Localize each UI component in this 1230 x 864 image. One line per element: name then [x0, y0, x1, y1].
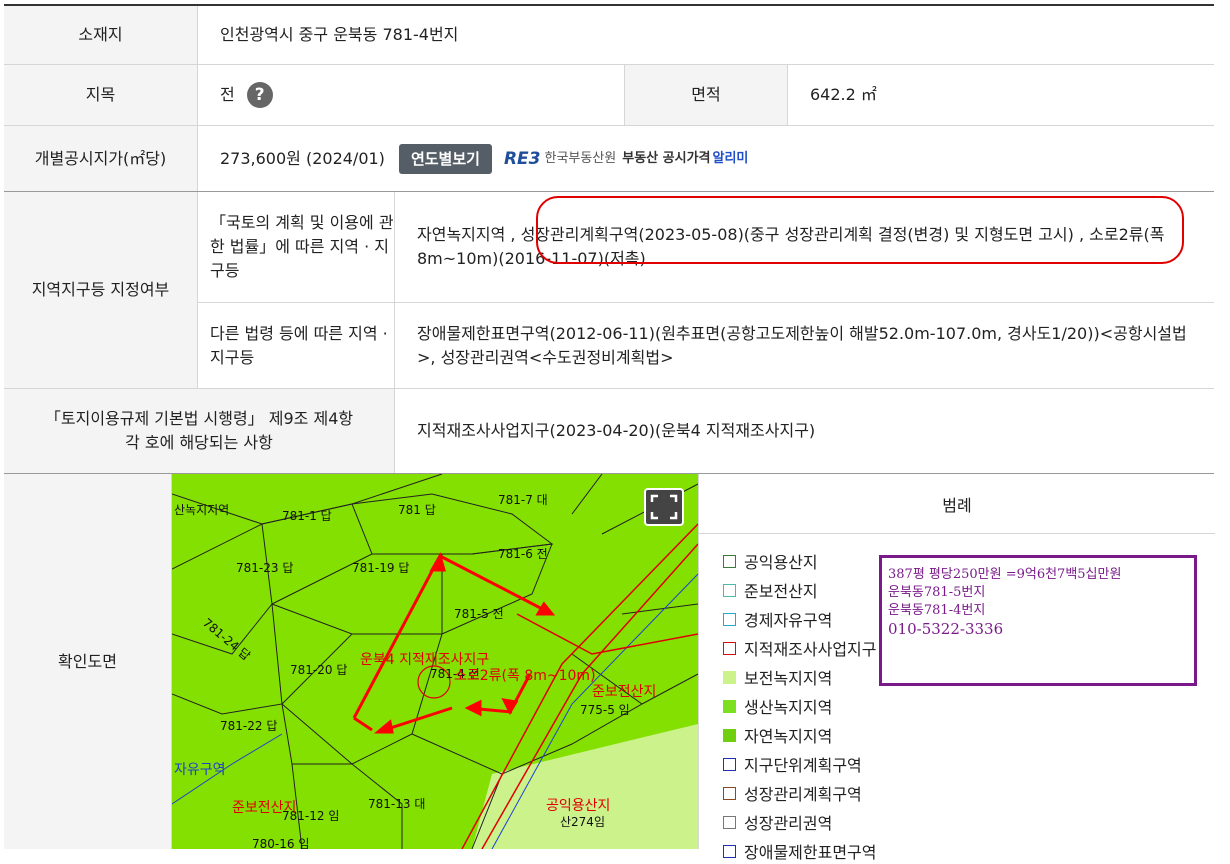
legend-swatch-icon	[723, 815, 736, 829]
parcel-label: 781-7 대	[498, 493, 548, 507]
reb-logo-icon: RE3	[503, 148, 541, 169]
legend-swatch-icon	[723, 757, 736, 771]
legend-swatch-icon	[723, 844, 736, 858]
legend-item: 지구단위계획구역	[723, 751, 862, 777]
note-line-parcel-1: 운북동781-5번지	[888, 585, 986, 600]
zone-label-resurvey: 운북4 지적재조사지구	[360, 652, 489, 668]
help-icon[interactable]: ?	[246, 82, 273, 108]
price-value: 273,600원 (2024/01)	[220, 148, 385, 168]
location-label: 소재지	[4, 6, 198, 64]
legend-title: 범례	[699, 474, 1215, 534]
parcel-label: 781-13 대	[368, 797, 425, 811]
parcel-label: 781-23 답	[236, 561, 293, 575]
legend-item: 경제자유구역	[723, 606, 832, 632]
note-line-parcel-2: 운북동781-4번지	[888, 603, 986, 618]
highlight-ellipse	[536, 196, 1184, 264]
parcel-label: 781-1 답	[282, 509, 332, 523]
legend-label: 공익용산지	[744, 553, 818, 572]
legend-swatch-icon	[723, 786, 736, 800]
row-enforcement: 「토지이용규제 기본법 시행령」 제9조 제4항 각 호에 해당되는 사항 지적…	[4, 389, 1214, 474]
reb-service-alimi: 알리미	[712, 150, 749, 166]
jimok-label: 지목	[4, 65, 198, 125]
zone-label-free-zone: 자유구역	[174, 762, 226, 778]
legend-item: 공익용산지	[723, 548, 818, 574]
zone-label-road: 소로2류(폭 8m~10m)	[454, 668, 596, 684]
legend-label: 성장관리계획구역	[744, 785, 862, 804]
legend-item: 준보전산지	[723, 577, 818, 603]
enforcement-label: 「토지이용규제 기본법 시행령」 제9조 제4항 각 호에 해당되는 사항	[4, 389, 395, 473]
legend-item: 자연녹지지역	[723, 722, 832, 748]
legend-swatch-icon	[723, 641, 736, 655]
legend-swatch-icon	[723, 670, 736, 684]
price-value-cell: 273,600원 (2024/01) 연도별보기 RE3 한국부동산원 부동산 …	[198, 126, 1214, 191]
legend-label: 지구단위계획구역	[744, 756, 862, 775]
parcel-label: 780-16 임	[252, 837, 309, 849]
price-note-box: 387평 평당250만원 =9억6천7백5십만원 운북동781-5번지 운북동7…	[879, 555, 1197, 686]
row-jimok: 지목 전 ? 면적 642.2 ㎡	[4, 65, 1214, 126]
legend-swatch-icon	[723, 583, 736, 597]
fullscreen-icon[interactable]	[644, 488, 684, 526]
legend-item: 보전녹지지역	[723, 664, 832, 690]
fullscreen-glyph	[650, 494, 678, 520]
jimok-value-cell: 전 ?	[198, 65, 625, 125]
row-price: 개별공시지가(㎡당) 273,600원 (2024/01) 연도별보기 RE3 …	[4, 126, 1214, 192]
legend-swatch-icon	[723, 699, 736, 713]
zone-label-semi-forest-2: 준보전산지	[232, 800, 296, 816]
legend-swatch-icon	[723, 728, 736, 742]
legend-item: 장애물제한표면구역	[723, 838, 876, 864]
parcel-label: 775-5 임	[580, 703, 630, 717]
area-label: 면적	[625, 65, 788, 125]
legend-label: 성장관리권역	[744, 814, 833, 833]
note-line-price: 387평 평당250만원 =9억6천7백5십만원	[888, 567, 1122, 582]
zoning-label: 지역지구등 지정여부	[4, 192, 198, 388]
legend-swatch-icon	[723, 612, 736, 626]
enforcement-value: 지적재조사사업지구(2023-04-20)(운북4 지적재조사지구)	[417, 421, 816, 440]
legend-label: 경제자유구역	[744, 611, 833, 630]
price-label: 개별공시지가(㎡당)	[4, 126, 198, 191]
parcel-label: 781 답	[398, 503, 436, 517]
law1-label: 「국토의 계획 및 이용에 관한 법률」에 따른 지역 · 지구등	[198, 192, 395, 303]
zone-label-public-forest: 공익용산지	[546, 798, 610, 814]
parcel-label: 781-20 답	[290, 663, 347, 677]
legend-label: 준보전산지	[744, 582, 818, 601]
law2-value: 장애물제한표면구역(2012-06-11)(원추표면(공항고도제한높이 해발52…	[417, 323, 1187, 367]
reb-service: 부동산 공시가격	[622, 150, 711, 166]
confirmation-map[interactable]: 781-1 답 781 답 781-7 대 781-6 전 781-23 답 7…	[172, 474, 698, 849]
parcel-label: 산274임	[560, 815, 605, 829]
map-row-label: 확인도면	[4, 474, 172, 849]
zone-label-semi-forest: 준보전산지	[592, 684, 656, 700]
legend-label: 자연녹지지역	[744, 727, 833, 746]
reb-link[interactable]: RE3 한국부동산원 부동산 공시가격 알리미	[504, 147, 748, 171]
parcel-label: 781-19 답	[352, 561, 409, 575]
reb-name: 한국부동산원	[544, 150, 617, 166]
zone-label-green: 산녹지지역	[174, 503, 229, 517]
legend-label: 지적재조사사업지구	[744, 640, 877, 659]
legend-label: 보전녹지지역	[744, 669, 833, 688]
parcel-label: 781-5 전	[454, 607, 504, 621]
legend-item: 성장관리계획구역	[723, 780, 862, 806]
legend-label: 장애물제한표면구역	[744, 843, 877, 862]
legend-item: 지적재조사사업지구	[723, 635, 876, 661]
parcel-label: 781-6 전	[498, 547, 548, 561]
location-value: 인천광역시 중구 운북동 781-4번지	[220, 25, 459, 44]
land-use-page: 소재지 인천광역시 중구 운북동 781-4번지 지목 전 ? 면적 642.2…	[0, 0, 1230, 862]
row-location: 소재지 인천광역시 중구 운북동 781-4번지	[4, 6, 1214, 65]
jimok-value: 전	[220, 85, 235, 104]
legend-item: 성장관리권역	[723, 809, 832, 835]
legend-item: 생산녹지지역	[723, 693, 832, 719]
legend-swatch-icon	[723, 554, 736, 568]
legend-label: 생산녹지지역	[744, 698, 833, 717]
area-value: 642.2 ㎡	[810, 85, 877, 104]
parcel-label: 781-22 답	[220, 719, 277, 733]
map-svg: 781-1 답 781 답 781-7 대 781-6 전 781-23 답 7…	[172, 474, 698, 849]
yearly-view-button[interactable]: 연도별보기	[398, 143, 492, 174]
law2-label: 다른 법령 등에 따른 지역 · 지구등	[198, 303, 395, 388]
note-line-phone: 010-5322-3336	[888, 620, 1004, 638]
